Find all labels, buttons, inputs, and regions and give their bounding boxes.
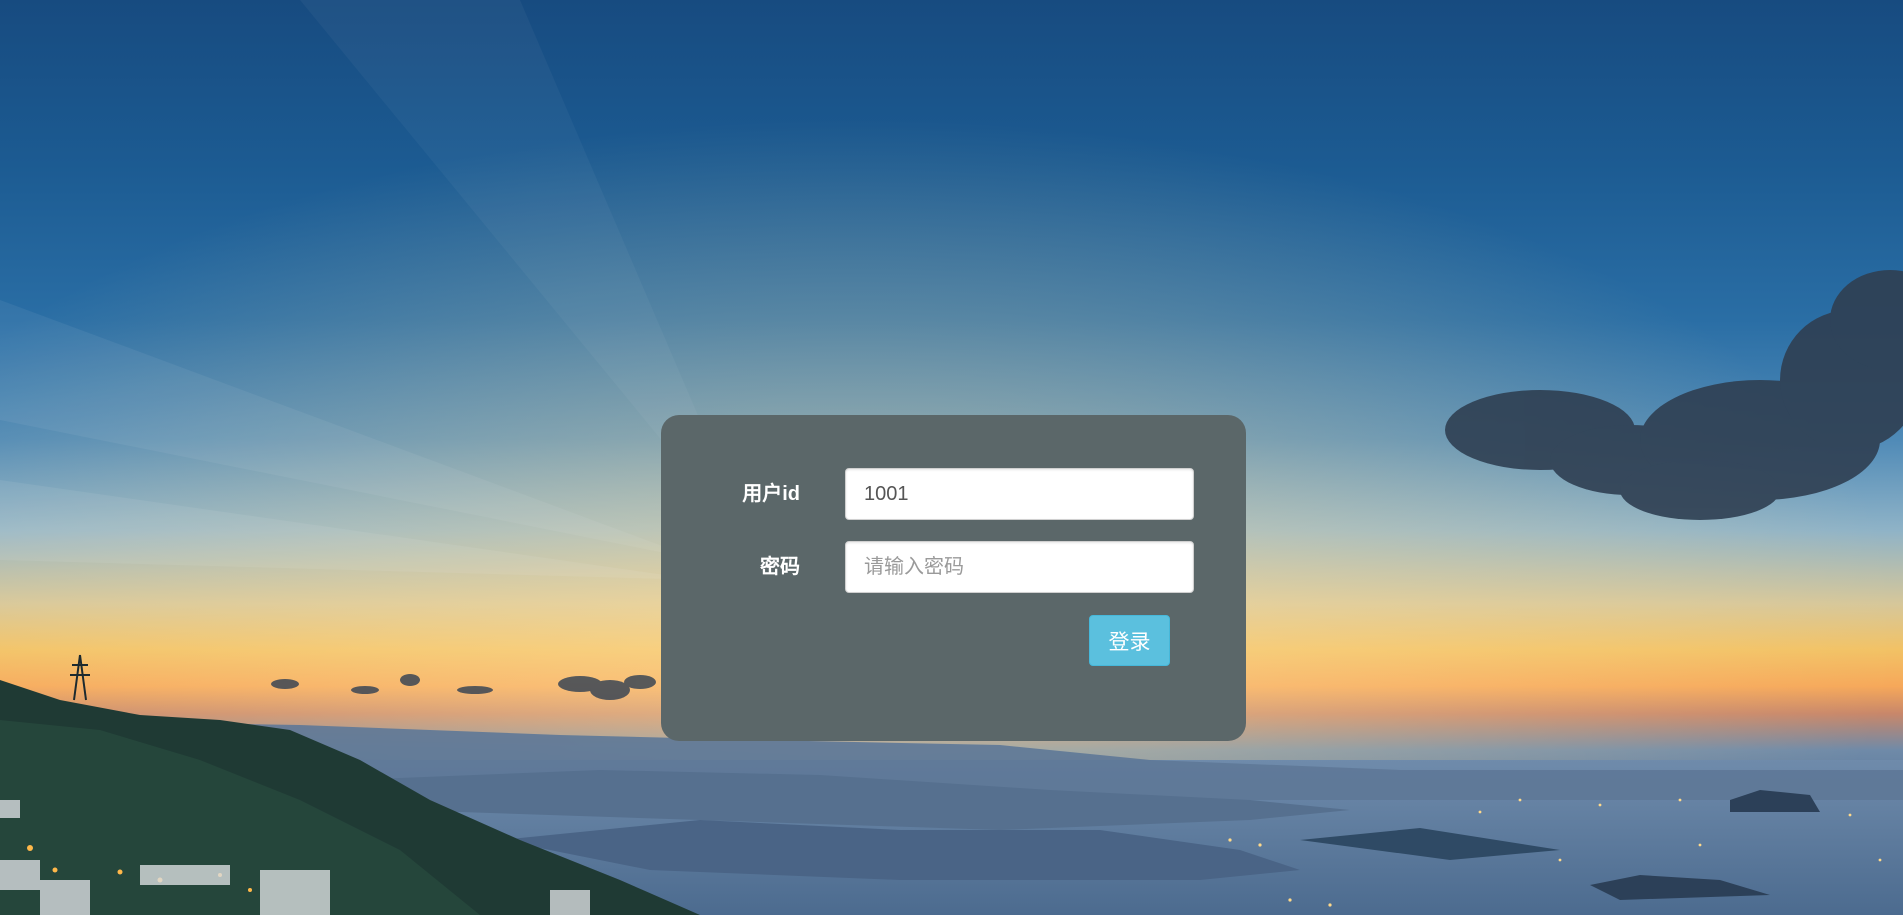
user-id-input[interactable] [845, 468, 1194, 520]
user-id-label: 用户id [742, 483, 800, 505]
login-button[interactable]: 登录 [1089, 615, 1170, 666]
password-row: 密码 [661, 541, 1246, 593]
background-scene: 用户id 密码 登录 [0, 0, 1903, 915]
password-input[interactable] [845, 541, 1194, 593]
login-panel: 用户id 密码 登录 [661, 415, 1246, 741]
user-id-row: 用户id [661, 468, 1246, 520]
password-label: 密码 [760, 556, 800, 578]
